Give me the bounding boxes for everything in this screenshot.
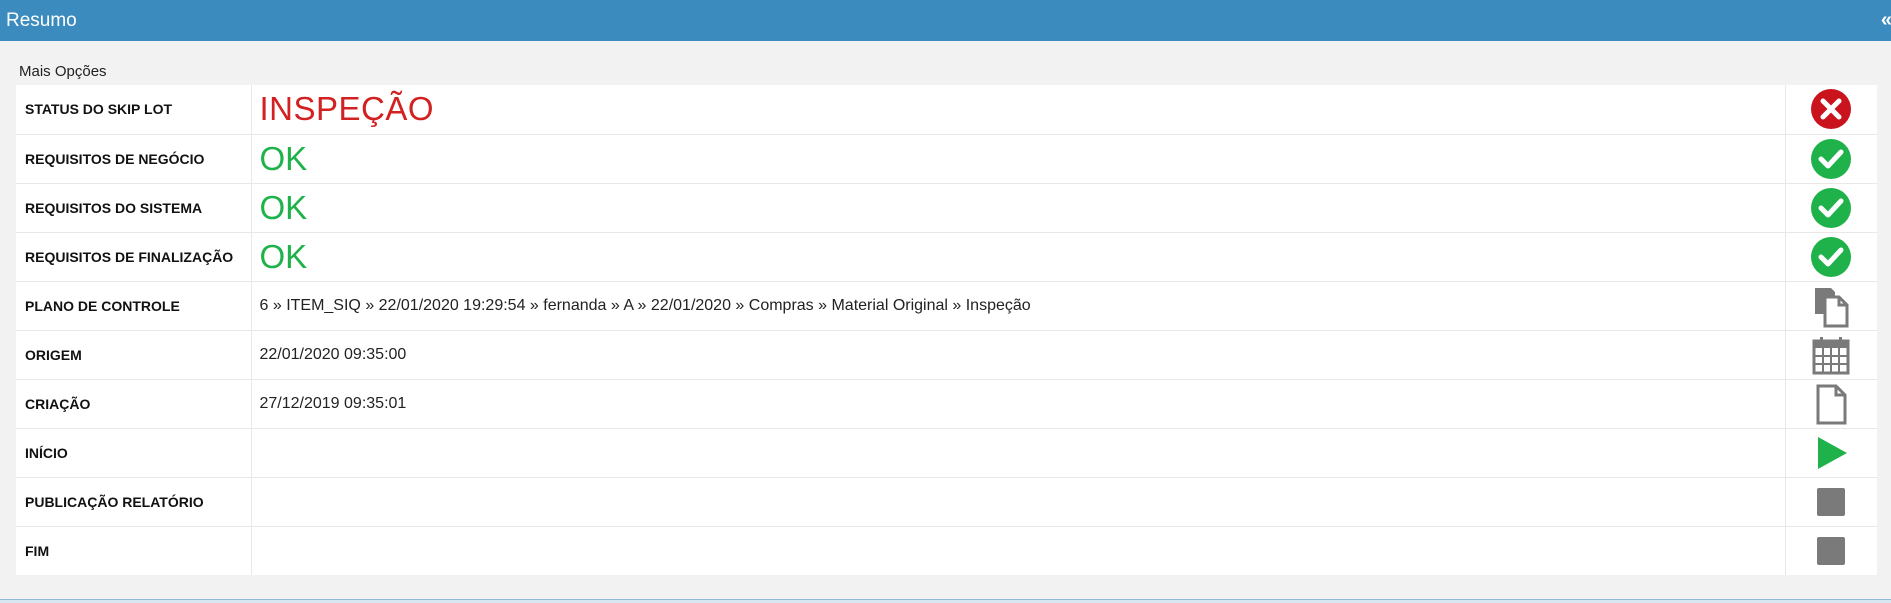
row-label: CRIAÇÃO xyxy=(16,378,252,428)
error-x-icon[interactable] xyxy=(1809,87,1853,131)
stop-icon[interactable] xyxy=(1809,480,1853,524)
table-row: REQUISITOS DE FINALIZAÇÃO OK xyxy=(16,231,1877,281)
panel-bottom-border xyxy=(0,599,1891,603)
summary-panel: Resumo « Mais Opções STATUS DO SKIP LOT … xyxy=(0,0,1891,603)
play-icon[interactable] xyxy=(1809,431,1853,475)
table-row: ORIGEM 22/01/2020 09:35:00 xyxy=(16,329,1877,379)
status-value: INSPEÇÃO xyxy=(259,90,435,128)
row-label: ORIGEM xyxy=(16,329,252,379)
table-row: PLANO DE CONTROLE 6 » ITEM_SIQ » 22/01/2… xyxy=(16,280,1877,330)
table-row: REQUISITOS DE NEGÓCIO OK xyxy=(16,133,1877,183)
panel-title: Resumo xyxy=(6,9,77,31)
more-options-link[interactable]: Mais Opções xyxy=(19,63,107,80)
row-label: STATUS DO SKIP LOT xyxy=(16,85,252,134)
collapse-button[interactable]: « xyxy=(1881,9,1891,32)
row-label: INÍCIO xyxy=(16,427,252,477)
report-publication-value xyxy=(251,476,1785,526)
check-icon[interactable] xyxy=(1809,235,1853,279)
row-label: REQUISITOS DO SISTEMA xyxy=(16,182,252,232)
row-label: REQUISITOS DE FINALIZAÇÃO xyxy=(16,231,252,281)
finalization-req-value: OK xyxy=(259,237,308,275)
start-value xyxy=(251,427,1785,477)
check-icon[interactable] xyxy=(1809,137,1853,181)
document-icon[interactable] xyxy=(1809,382,1853,426)
origin-value: 22/01/2020 09:35:00 xyxy=(251,329,1785,379)
panel-body: Mais Opções STATUS DO SKIP LOT INSPEÇÃO … xyxy=(0,41,1891,599)
row-label: PLANO DE CONTROLE xyxy=(16,280,252,330)
control-plan-value: 6 » ITEM_SIQ » 22/01/2020 19:29:54 » fer… xyxy=(251,280,1785,330)
copy-documents-icon[interactable] xyxy=(1809,284,1853,328)
system-req-value: OK xyxy=(259,188,308,226)
table-row: PUBLICAÇÃO RELATÓRIO xyxy=(16,476,1877,526)
stop-icon[interactable] xyxy=(1809,529,1853,573)
table-row: STATUS DO SKIP LOT INSPEÇÃO xyxy=(16,85,1877,134)
row-label: FIM xyxy=(16,525,252,575)
calendar-icon[interactable] xyxy=(1809,333,1853,377)
row-label: PUBLICAÇÃO RELATÓRIO xyxy=(16,476,252,526)
row-label: REQUISITOS DE NEGÓCIO xyxy=(16,133,252,183)
table-row: CRIAÇÃO 27/12/2019 09:35:01 xyxy=(16,378,1877,428)
creation-value: 27/12/2019 09:35:01 xyxy=(251,378,1785,428)
summary-table: STATUS DO SKIP LOT INSPEÇÃO REQUISITOS D… xyxy=(16,85,1877,575)
end-value xyxy=(251,525,1785,575)
check-icon[interactable] xyxy=(1809,186,1853,230)
table-row: REQUISITOS DO SISTEMA OK xyxy=(16,182,1877,232)
table-row: INÍCIO xyxy=(16,427,1877,477)
business-req-value: OK xyxy=(259,139,308,177)
table-row: FIM xyxy=(16,525,1877,575)
panel-header: Resumo « xyxy=(0,0,1891,41)
